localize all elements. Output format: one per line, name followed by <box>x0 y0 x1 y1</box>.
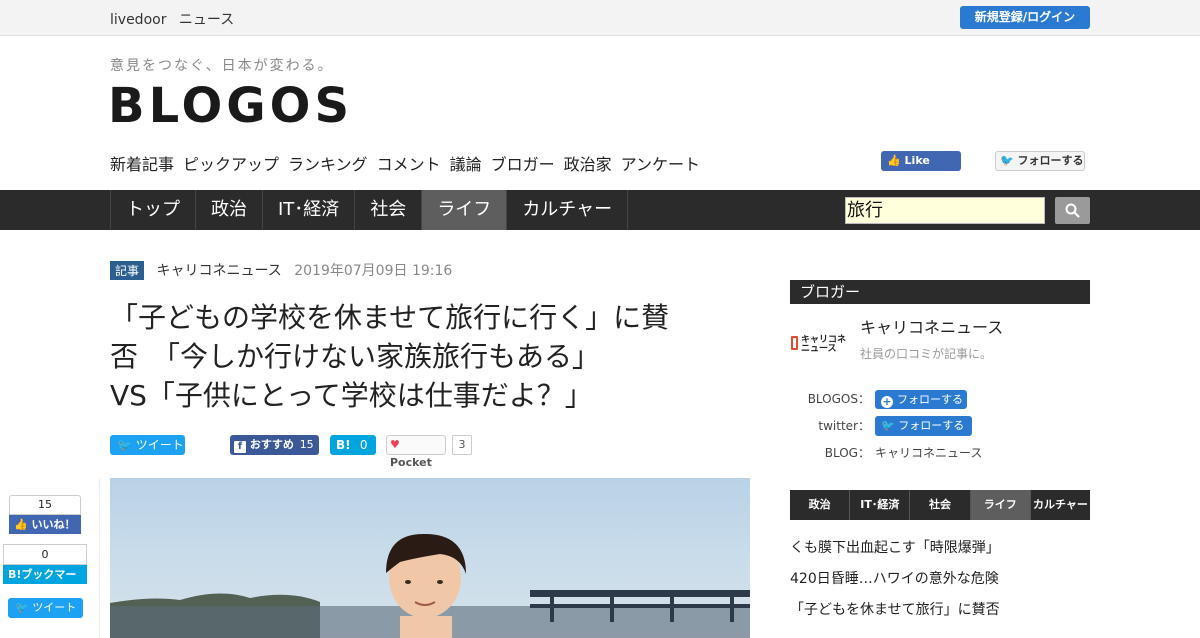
ranking-item[interactable]: くも膜下出血起こす「時限爆弾」 <box>790 537 1000 557</box>
tab-culture[interactable]: カルチャー <box>506 190 629 230</box>
site-tagline: 意見をつなぐ、日本が変わる。 <box>110 58 334 74</box>
twitter-follow-sidebar-button[interactable]: 🐦 フォローする <box>875 416 972 436</box>
pocket-label: Pocket <box>390 456 432 469</box>
twitter-bird-icon: 🐦 <box>1000 154 1014 167</box>
tweet-button[interactable]: 🐦 ツイート <box>110 435 185 455</box>
subnav-new-articles[interactable]: 新着記事 <box>110 155 174 174</box>
ranking-item[interactable]: 「子どもを休ませて旅行」に賛否 <box>790 599 1000 619</box>
blogos-label: BLOGOS： <box>807 392 870 406</box>
tab-it-economy[interactable]: IT･経済 <box>262 190 354 230</box>
article-title: 「子どもの学校を休ませて旅行に行く」に賛 否 「今しか行けない家族旅行もある」 … <box>110 298 750 415</box>
fb-like-count: 132K <box>890 174 919 187</box>
signup-login-button[interactable]: 新規登録/ログイン <box>960 6 1090 29</box>
subnav-pickup[interactable]: ピックアップ <box>183 155 279 174</box>
hatena-count: 0 <box>359 438 368 452</box>
tab-society[interactable]: 社会 <box>354 190 421 230</box>
twitter-bird-icon: 🐦 <box>15 601 29 614</box>
tab-life[interactable]: ライフ <box>421 190 507 230</box>
twitter-label: twitter： <box>818 419 870 433</box>
pocket-count: 3 <box>452 435 472 455</box>
blog-label: BLOG： <box>824 446 870 460</box>
blogos-follow-button[interactable]: + フォローする <box>875 390 967 409</box>
article-meta: 記事 キャリコネニュース 2019年07月09日 19:16 <box>110 260 452 280</box>
rank-tab-life[interactable]: ライフ <box>970 490 1031 520</box>
brand-news: ニュース <box>178 12 235 28</box>
facebook-recommend-button[interactable]: f おすすめ 15 <box>230 435 319 455</box>
hatena-bookmark-button[interactable]: B! 0 <box>330 435 376 455</box>
article-source[interactable]: キャリコネニュース <box>156 263 281 279</box>
blog-link[interactable]: キャリコネニュース <box>875 444 982 461</box>
photo-child-beach <box>110 533 750 638</box>
floating-tweet-label: ツイート <box>32 601 77 614</box>
tw-follow-label: フォローする <box>1017 154 1084 167</box>
fb-like-label: Like <box>904 154 930 167</box>
rank-tab-culture[interactable]: カルチャー <box>1031 490 1090 520</box>
ranking-tabs: 政治 IT･経済 社会 ライフ カルチャー <box>790 490 1090 520</box>
title-line-1: 「子どもの学校を休ませて旅行に行く」に賛 <box>110 301 670 334</box>
title-line-3: VS「子供にとって学校は仕事だよ？」 <box>110 379 593 412</box>
search-button[interactable] <box>1055 197 1090 224</box>
rank-tab-it-economy[interactable]: IT･経済 <box>850 490 911 520</box>
twitter-follow-button[interactable]: 🐦 フォローする <box>995 151 1085 171</box>
twitter-follow-label: フォローする <box>898 419 965 432</box>
subnav-discussion[interactable]: 議論 <box>450 155 482 174</box>
tweet-label: ツイート <box>135 438 184 452</box>
thumbs-up-icon: 👍 <box>14 518 28 531</box>
search-icon <box>1065 203 1080 218</box>
floating-tweet-button[interactable]: 🐦 ツイート <box>8 598 83 618</box>
floating-like-label: いいね！ <box>31 518 76 531</box>
logo-text-2: ニュース <box>801 344 837 354</box>
floating-like-button[interactable]: 15 👍 いいね！ <box>9 495 81 534</box>
pocket-button[interactable]: ♥ Pocket <box>386 435 446 469</box>
article-type-badge: 記事 <box>110 261 145 280</box>
tab-politics[interactable]: 政治 <box>195 190 262 230</box>
blogger-description: 社員の口コミが記事に。 <box>860 347 993 361</box>
subnav-survey[interactable]: アンケート <box>621 155 700 174</box>
article-photo <box>110 478 750 638</box>
floating-bookmark-label: B!ブックマーク <box>3 565 87 600</box>
floating-bookmark-button[interactable]: 0 B!ブックマーク <box>3 544 87 600</box>
sub-navigation: 新着記事 ピックアップ ランキング コメント 議論 ブロガー 政治家 アンケート <box>110 151 709 175</box>
blogger-logo[interactable]: キャリコネ ニュース <box>791 336 851 354</box>
plus-icon: + <box>881 395 893 408</box>
floating-share-column: 15 👍 いいね！ 0 B!ブックマーク 🐦 ツイート <box>0 478 100 638</box>
blogos-follow-label: フォローする <box>897 393 963 406</box>
careerconnection-logo-icon <box>791 336 798 350</box>
twitter-bird-icon: 🐦 <box>117 438 132 452</box>
pocket-icon: ♥ <box>390 438 400 451</box>
subnav-bloggers[interactable]: ブロガー <box>491 155 555 174</box>
hatena-label: B! <box>336 438 351 452</box>
facebook-icon: f <box>234 441 246 453</box>
rank-tab-society[interactable]: 社会 <box>910 490 971 520</box>
livedoor-brand[interactable]: livedoor ニュース <box>110 9 242 29</box>
subnav-comments[interactable]: コメント <box>377 155 441 174</box>
sidebar-blogger-header: ブロガー <box>790 280 1090 304</box>
site-logo[interactable]: BLOGOS <box>108 78 353 134</box>
top-bar: livedoor ニュース 新規登録/ログイン <box>0 0 1200 36</box>
rank-tab-politics[interactable]: 政治 <box>790 490 851 520</box>
ranking-item[interactable]: 420日昏睡…ハワイの意外な危険 <box>790 568 999 588</box>
fb-recommend-count: 15 <box>299 438 314 451</box>
tab-top[interactable]: トップ <box>110 190 195 230</box>
floating-bookmark-count: 0 <box>3 544 87 565</box>
thumbs-up-icon: 👍 <box>887 154 901 167</box>
twitter-bird-icon: 🐦 <box>881 419 895 432</box>
brand-livedoor: livedoor <box>110 12 167 28</box>
title-line-2: 否 「今しか行けない家族旅行もある」 <box>110 340 601 373</box>
subnav-politicians[interactable]: 政治家 <box>564 155 612 174</box>
subnav-ranking[interactable]: ランキング <box>288 155 368 174</box>
article-date: 2019年07月09日 19:16 <box>294 263 453 279</box>
blogger-name[interactable]: キャリコネニュース <box>860 314 1003 338</box>
facebook-like-button[interactable]: 👍 Like 132K <box>881 151 961 187</box>
search-input[interactable]: 旅行 <box>845 197 1045 224</box>
fb-recommend-label: おすすめ <box>249 438 294 451</box>
floating-like-count: 15 <box>9 495 81 515</box>
